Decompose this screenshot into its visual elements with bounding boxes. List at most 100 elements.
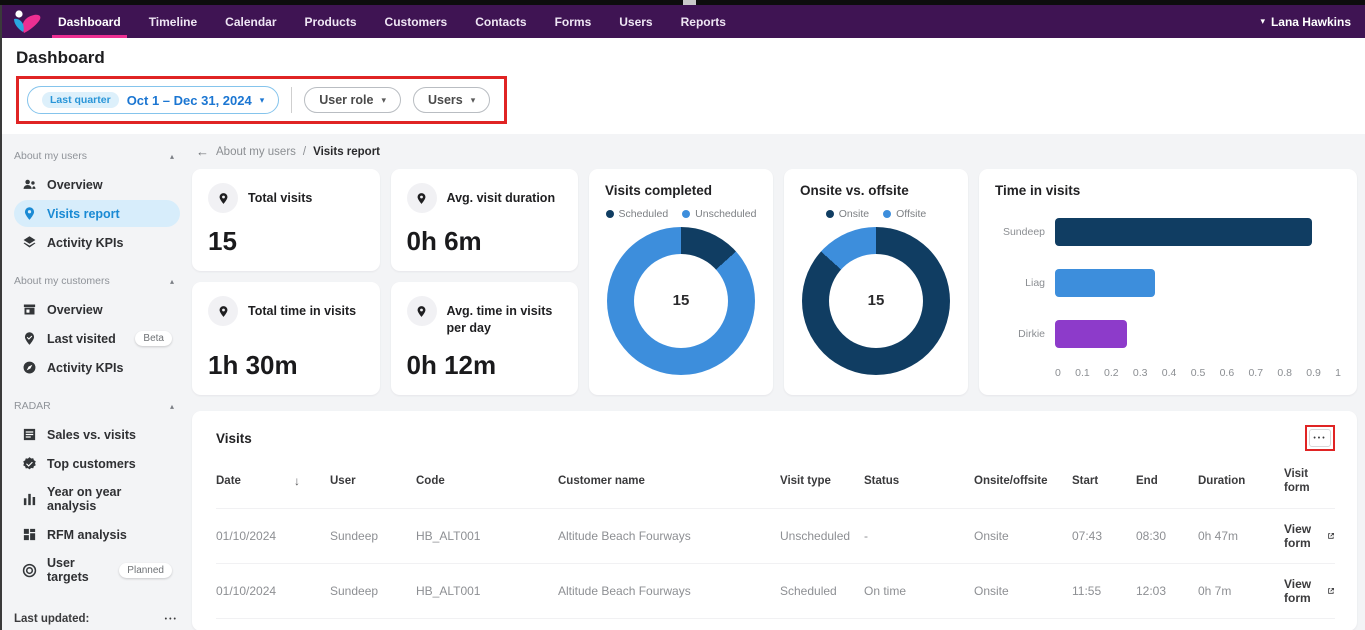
nav-item-products[interactable]: Products (305, 5, 357, 38)
grid-icon (22, 527, 37, 542)
table-row: 01/10/2024 Sundeep HB_ALT001 Altitude Be… (216, 563, 1335, 618)
nav-item-contacts[interactable]: Contacts (475, 5, 526, 38)
view-form-label: View form (1284, 522, 1321, 550)
sidebar-footer-menu-icon[interactable]: ••• (165, 616, 178, 623)
column-header-date[interactable]: Date (216, 474, 294, 488)
breadcrumb-parent[interactable]: About my users (216, 146, 296, 158)
sidebar-section-radar[interactable]: RADAR ▴ (14, 394, 180, 420)
x-axis-tick: 0.7 (1248, 367, 1263, 379)
column-header-visit-type[interactable]: Visit type (780, 474, 864, 488)
window-left-edge (0, 5, 2, 630)
nav-item-users[interactable]: Users (619, 5, 652, 38)
column-header-end[interactable]: End (1136, 474, 1198, 488)
sidebar-item-label: Activity KPIs (47, 236, 123, 250)
sidebar-item-label: Visits report (47, 207, 120, 221)
legend-dot (883, 210, 891, 218)
caret-down-icon: ▾ (1260, 16, 1265, 27)
nav-item-reports[interactable]: Reports (681, 5, 726, 38)
back-arrow-icon[interactable]: ← (196, 144, 209, 159)
nav-item-calendar[interactable]: Calendar (225, 5, 276, 38)
sidebar-section-about-my-users[interactable]: About my users ▴ (14, 144, 180, 170)
column-header-status[interactable]: Status (864, 474, 974, 488)
visits-table-card: Visits ••• Date ↓ User Code Customer nam… (192, 411, 1357, 630)
column-header-visit-form[interactable]: Visit form (1284, 467, 1335, 496)
sidebar-item-last-visited[interactable]: Last visited Beta (14, 325, 180, 352)
column-header-onsite-offsite[interactable]: Onsite/offsite (974, 474, 1072, 488)
sidebar-footer: Last updated: ••• (14, 613, 178, 625)
cell-end: 08:30 (1136, 529, 1198, 543)
table-menu-button[interactable]: ••• (1309, 429, 1331, 447)
external-link-icon (1327, 530, 1335, 542)
table-row: 02/10/2024 Dirkie CHE047 Checkers Balfou… (216, 618, 1335, 630)
sort-desc-icon[interactable]: ↓ (294, 474, 330, 489)
sidebar-item-rfm-analysis[interactable]: RFM analysis (14, 521, 180, 548)
donut-chart-visits-completed: 15 (607, 227, 755, 375)
legend-label: Onsite (839, 208, 869, 220)
badge-check-icon (22, 456, 37, 471)
page-title: Dashboard (16, 48, 1349, 68)
view-form-link[interactable]: View form (1284, 522, 1335, 550)
sidebar: About my users ▴ Overview Visits report … (0, 134, 188, 630)
sidebar-item-label: Year on year analysis (47, 485, 172, 513)
sidebar-item-sales-vs-visits[interactable]: Sales vs. visits (14, 421, 180, 448)
kpi-value: 1h 30m (208, 350, 364, 381)
nav-item-forms[interactable]: Forms (555, 5, 592, 38)
kpi-value: 0h 6m (407, 226, 563, 257)
top-nav: Dashboard Timeline Calendar Products Cus… (0, 5, 1365, 38)
sidebar-item-users-activity-kpis[interactable]: Activity KPIs (14, 229, 180, 256)
x-axis-tick: 0.6 (1220, 367, 1235, 379)
sidebar-item-label: RFM analysis (47, 528, 127, 542)
legend-dot (606, 210, 614, 218)
section-title: About my customers (14, 275, 110, 287)
nav-item-dashboard[interactable]: Dashboard (58, 5, 121, 38)
nav-item-timeline[interactable]: Timeline (149, 5, 197, 38)
x-axis-tick: 0.9 (1306, 367, 1321, 379)
x-axis-tick: 0.8 (1277, 367, 1292, 379)
sidebar-item-visits-report[interactable]: Visits report (14, 200, 180, 227)
breadcrumb-separator: / (303, 146, 306, 158)
column-header-start[interactable]: Start (1072, 474, 1136, 488)
bar-liag (1055, 269, 1155, 297)
caret-up-icon: ▴ (170, 402, 174, 411)
bar-track (1055, 320, 1341, 348)
users-filter[interactable]: Users ▾ (413, 87, 490, 113)
sidebar-item-top-customers[interactable]: Top customers (14, 450, 180, 477)
column-header-customer-name[interactable]: Customer name (558, 474, 780, 488)
column-header-user[interactable]: User (330, 474, 416, 488)
sidebar-section-about-my-customers[interactable]: About my customers ▴ (14, 269, 180, 295)
sidebar-item-year-on-year[interactable]: Year on year analysis (14, 479, 180, 519)
x-axis-tick: 1 (1335, 367, 1341, 379)
bar-rows: SundeepLiagDirkie (995, 198, 1341, 359)
cell-duration: 0h 47m (1198, 529, 1284, 543)
sidebar-item-user-targets[interactable]: User targets Planned (14, 550, 180, 590)
caret-down-icon: ▾ (471, 95, 476, 106)
sidebar-item-label: Overview (47, 303, 103, 317)
column-header-duration[interactable]: Duration (1198, 474, 1284, 488)
location-pin-icon (208, 183, 238, 213)
sidebar-item-users-overview[interactable]: Overview (14, 171, 180, 198)
date-range-filter[interactable]: Last quarter Oct 1 – Dec 31, 2024 ▾ (27, 86, 279, 114)
column-header-code[interactable]: Code (416, 474, 558, 488)
cell-date: 01/10/2024 (216, 584, 294, 598)
nav-item-customers[interactable]: Customers (385, 5, 448, 38)
x-axis-tick: 0.1 (1075, 367, 1090, 379)
donut-card-onsite-offsite: Onsite vs. offsite Onsite Offsite 15 (784, 169, 968, 395)
kpi-card-avg-visit-duration: Avg. visit duration 0h 6m (391, 169, 579, 271)
sidebar-item-customers-activity-kpis[interactable]: Activity KPIs (14, 354, 180, 381)
user-menu[interactable]: ▾ Lana Hawkins (1260, 15, 1351, 29)
view-form-link[interactable]: View form (1284, 577, 1335, 605)
kpi-card-avg-time-per-day: Avg. time in visits per day 0h 12m (391, 282, 579, 395)
kpi-label: Avg. visit duration (447, 183, 556, 206)
sidebar-item-customers-overview[interactable]: Overview (14, 296, 180, 323)
x-axis-tick: 0 (1055, 367, 1061, 379)
chart-legend: Onsite Offsite (800, 208, 952, 220)
user-role-filter[interactable]: User role ▾ (304, 87, 401, 113)
bar-track (1055, 269, 1341, 297)
cell-visit-type: Scheduled (780, 584, 864, 598)
filter-divider (291, 87, 292, 113)
bar-track (1055, 218, 1341, 246)
kpi-grid: Total visits 15 Avg. visit duration 0h 6… (192, 169, 578, 395)
view-form-label: View form (1284, 577, 1321, 605)
sidebar-item-label: User targets (47, 556, 109, 584)
user-role-label: User role (319, 93, 373, 107)
